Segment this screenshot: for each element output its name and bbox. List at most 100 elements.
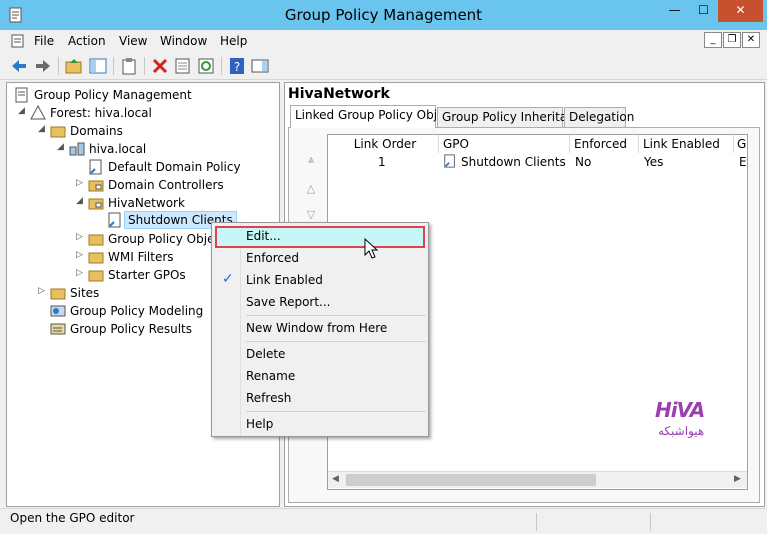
scroll-right-icon[interactable]: ▶ <box>734 474 741 484</box>
col-header-link-order[interactable]: Link Order <box>328 135 439 153</box>
collapse-arrow-icon[interactable]: ◢ <box>76 196 86 206</box>
menu-gutter <box>240 223 241 436</box>
folder-icon <box>88 234 104 246</box>
collapse-arrow-icon[interactable]: ◢ <box>18 106 28 116</box>
expand-arrow-icon[interactable]: ▷ <box>38 286 48 296</box>
tab-linked-gpos[interactable]: Linked Group Policy Objects <box>290 105 462 128</box>
mdi-restore-button[interactable]: ❐ <box>723 32 741 48</box>
menu-item-new-window[interactable]: New Window from Here <box>246 321 387 335</box>
scroll-left-icon[interactable]: ◀ <box>332 474 339 484</box>
hiva-logo: HiVA <box>655 398 705 422</box>
move-up-icon[interactable]: △ <box>302 182 320 196</box>
menu-item-rename[interactable]: Rename <box>246 369 295 383</box>
toolbar-separator <box>113 57 114 75</box>
tree-item-domain-controllers[interactable]: ▷ Domain Controllers <box>76 176 266 194</box>
move-down-icon[interactable]: ▽ <box>302 208 320 222</box>
menu-file[interactable]: File <box>34 34 54 48</box>
cell-enforced[interactable]: No <box>575 153 635 171</box>
menu-separator <box>246 411 426 412</box>
modeling-icon <box>50 305 66 317</box>
results-icon <box>50 323 66 335</box>
action-pane-icon[interactable] <box>251 57 269 75</box>
gpo-link-icon <box>444 154 455 168</box>
status-separator <box>650 513 651 531</box>
pane-title: HivaNetwork <box>288 86 390 102</box>
mouse-cursor-icon <box>364 238 379 259</box>
menu-item-delete[interactable]: Delete <box>246 347 285 361</box>
status-separator <box>536 513 537 531</box>
tree-item-domain[interactable]: ◢ hiva.local <box>57 140 267 158</box>
menu-bar <box>0 30 767 52</box>
tree-item-domains[interactable]: ◢ Domains <box>38 122 268 140</box>
maximize-button[interactable]: ☐ <box>690 0 717 22</box>
back-arrow-icon[interactable] <box>10 57 28 75</box>
col-header-gpo[interactable]: GPO <box>439 135 570 153</box>
menu-separator <box>246 341 426 342</box>
scrollbar-thumb[interactable] <box>346 474 596 486</box>
expand-arrow-icon[interactable]: ▷ <box>76 268 86 278</box>
refresh-icon[interactable] <box>197 57 215 75</box>
toolbar-separator <box>221 57 222 75</box>
up-folder-icon[interactable] <box>65 57 83 75</box>
minimize-button[interactable]: — <box>660 0 689 22</box>
menu-help[interactable]: Help <box>220 34 247 48</box>
mdi-close-button[interactable]: ✕ <box>742 32 760 48</box>
tree-item-default-domain-policy[interactable]: Default Domain Policy <box>76 158 266 176</box>
status-text: Open the GPO editor <box>10 511 135 525</box>
tree-item-hivanetwork-ou[interactable]: ◢ HivaNetwork <box>76 194 266 212</box>
folder-icon <box>88 270 104 282</box>
cell-gpo-status[interactable]: E <box>739 153 747 171</box>
toolbar-separator <box>58 57 59 75</box>
menu-item-save-report[interactable]: Save Report... <box>246 295 331 309</box>
collapse-arrow-icon[interactable]: ◢ <box>38 124 48 134</box>
expand-arrow-icon[interactable]: ▷ <box>76 232 86 242</box>
toolbar <box>0 52 767 80</box>
folder-icon <box>88 252 104 264</box>
cell-link-order[interactable]: 1 <box>378 153 398 171</box>
menu-action[interactable]: Action <box>68 34 106 48</box>
col-header-gpo-status[interactable]: G <box>734 135 747 153</box>
menu-separator <box>246 315 426 316</box>
cell-gpo-name[interactable]: Shutdown Clients <box>461 153 569 171</box>
cell-link-enabled[interactable]: Yes <box>644 153 724 171</box>
expand-arrow-icon[interactable]: ▷ <box>76 250 86 260</box>
window-title: Group Policy Management <box>284 6 483 24</box>
context-menu: Edit... Enforced ✓ Link Enabled Save Rep… <box>211 222 429 437</box>
forward-arrow-icon[interactable] <box>34 57 52 75</box>
ou-folder-icon <box>88 180 104 192</box>
folder-icon <box>50 288 66 300</box>
hiva-logo-subtitle: هیواشبکه <box>658 424 705 438</box>
mdi-minimize-button[interactable]: _ <box>704 32 722 48</box>
tree-item-gpm-root[interactable]: Group Policy Management <box>12 86 272 104</box>
help-icon[interactable]: ? <box>228 57 246 75</box>
menu-item-help[interactable]: Help <box>246 417 273 431</box>
close-button[interactable]: ✕ <box>718 0 763 22</box>
toolbar-separator <box>144 57 145 75</box>
show-hide-tree-icon[interactable] <box>89 57 107 75</box>
system-menu-icon[interactable] <box>10 33 26 49</box>
expand-arrow-icon[interactable]: ▷ <box>76 178 86 188</box>
move-top-icon[interactable]: ⩓ <box>302 153 320 167</box>
col-header-enforced[interactable]: Enforced <box>570 135 639 153</box>
folder-icon <box>50 126 66 138</box>
menu-view[interactable]: View <box>119 34 147 48</box>
menu-item-edit[interactable]: Edit... <box>246 229 281 243</box>
tab-delegation[interactable]: Delegation <box>564 107 634 127</box>
gpm-icon <box>15 87 28 103</box>
tree-item-forest[interactable]: ◢ Forest: hiva.local <box>18 104 268 122</box>
menu-item-link-enabled[interactable]: Link Enabled <box>246 273 323 287</box>
check-icon: ✓ <box>222 271 234 287</box>
clipboard-icon[interactable] <box>120 57 138 75</box>
delete-icon[interactable] <box>151 57 169 75</box>
ou-folder-icon <box>88 198 104 210</box>
properties-icon[interactable] <box>174 57 192 75</box>
menu-window[interactable]: Window <box>160 34 207 48</box>
collapse-arrow-icon[interactable]: ◢ <box>57 142 67 152</box>
tab-gp-inheritance[interactable]: Group Policy Inheritance <box>437 107 589 127</box>
gpo-link-icon <box>108 212 121 228</box>
menu-item-refresh[interactable]: Refresh <box>246 391 291 405</box>
col-header-link-enabled[interactable]: Link Enabled <box>639 135 734 153</box>
horizontal-scrollbar[interactable]: ◀ ▶ <box>328 471 747 488</box>
menu-item-enforced[interactable]: Enforced <box>246 251 299 265</box>
domain-icon <box>69 142 85 156</box>
